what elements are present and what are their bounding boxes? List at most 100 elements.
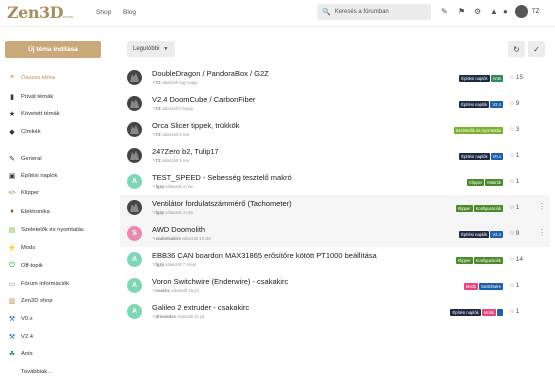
topic-row[interactable]: S AWD Doomolith ↰szabolsakire válaszolt 18… xyxy=(120,221,550,247)
topic-title[interactable]: Orca Slicer tippek, trükkök xyxy=(152,121,240,130)
topic-last-user[interactable]: TZ xyxy=(156,158,161,163)
topic-avatar[interactable] xyxy=(127,70,142,85)
site-logo[interactable]: Zen3Dforum xyxy=(7,3,73,22)
top-header: Zen3Dforum Shop Blog 🔍 Keresés a fórumba… xyxy=(0,0,555,27)
topic-row[interactable]: Ventilátor fordulatszámmérő (Tachometer)… xyxy=(120,195,550,221)
category-badge[interactable]: Switchwire xyxy=(478,283,503,290)
category-badge[interactable]: Építési naplók xyxy=(450,309,481,316)
category-badge[interactable]: Konfigurációk xyxy=(473,257,503,264)
user-avatar[interactable] xyxy=(515,5,528,18)
gear-icon[interactable]: ⚙ xyxy=(474,8,481,16)
topic-last-user[interactable]: szabolsakire xyxy=(156,236,181,241)
sidebar-item[interactable]: ✎ General xyxy=(7,155,42,163)
topic-last-user[interactable]: TZ xyxy=(156,132,161,137)
sidebar-item[interactable]: ▤ Szeletelők és nyomtatás xyxy=(7,226,84,234)
topic-last-user[interactable]: fgzp xyxy=(156,210,165,215)
sidebar-item[interactable]: ▮ Privát témák xyxy=(7,93,53,101)
category-badge[interactable]: Építési naplók xyxy=(459,101,490,108)
category-badge[interactable]: Makrók xyxy=(485,179,503,186)
sidebar-item[interactable]: ☘ Ants xyxy=(7,350,33,358)
topic-last-user[interactable]: fgzp xyxy=(156,184,165,189)
topic-title[interactable]: EBB36 CAN boardon MAX31865 erősítőre köt… xyxy=(152,251,377,260)
search-input[interactable]: 🔍 Keresés a fórumban xyxy=(317,4,431,20)
topic-avatar[interactable]: A xyxy=(127,278,142,293)
topic-avatar[interactable]: A xyxy=(127,304,142,319)
topic-avatar[interactable] xyxy=(127,122,142,137)
sidebar-item[interactable]: ◆ Címkék xyxy=(7,128,40,136)
category-badge[interactable]: V2.4 xyxy=(490,101,503,108)
more-options-icon[interactable]: ⋮ xyxy=(538,228,546,237)
category-badge[interactable]: Konfigurációk xyxy=(473,205,503,212)
refresh-button[interactable]: ↻ xyxy=(508,41,525,57)
category-badge[interactable]: Klipper xyxy=(455,205,473,212)
sidebar-item[interactable]: ⚡ Mods xyxy=(7,244,36,252)
topic-avatar[interactable]: A xyxy=(127,252,142,267)
topic-title[interactable]: 247Zero b2, Tulip17 xyxy=(152,147,219,156)
topic-title[interactable]: Galileo 2 extruder - csakakirc xyxy=(152,303,249,312)
bell-dot-icon[interactable]: ● xyxy=(503,8,508,16)
topic-title[interactable]: V2.4 DoomCube / CarbonFiber xyxy=(152,95,255,104)
category-badge[interactable]: Klipper xyxy=(467,179,485,186)
bell-icon[interactable]: ▲ xyxy=(490,8,498,16)
category-badge[interactable]: Mods xyxy=(463,283,478,290)
category-badge[interactable]: Építési naplók xyxy=(459,75,490,82)
topic-last-user[interactable]: TZ xyxy=(156,80,161,85)
sidebar-item[interactable]: ⚒ V0.x xyxy=(7,315,33,323)
topic-row[interactable]: Orca Slicer tippek, trükkök ↰TZ válaszolt… xyxy=(120,117,550,143)
topic-last-user[interactable]: csakirc xyxy=(156,288,170,293)
sidebar-item[interactable]: ≡ Összes téma xyxy=(7,74,55,81)
sidebar-item[interactable]: ★ Követett témák xyxy=(7,110,60,118)
category-badge[interactable]: V0.x xyxy=(490,153,503,160)
category-badge[interactable]: Klipper xyxy=(455,257,473,264)
topic-row[interactable]: DoubleDragon / PandoraBox / G2Z ↰TZ válas… xyxy=(120,65,550,91)
category-badge[interactable]: Építési naplók xyxy=(459,231,490,238)
sidebar-item-label: Zen3D shop xyxy=(21,298,53,304)
mark-read-button[interactable]: ✓ xyxy=(528,41,545,57)
sidebar-item[interactable]: ▥ Zen3D shop xyxy=(7,297,53,305)
flag-icon[interactable]: ⚑ xyxy=(458,8,465,16)
topic-meta: ↰TZ válaszolt 8 napja xyxy=(152,106,194,111)
more-options-icon[interactable]: ⋮ xyxy=(538,202,546,211)
sort-filter-dropdown[interactable]: Legutóbbi ▼ xyxy=(127,41,175,57)
topic-avatar[interactable]: A xyxy=(127,174,142,189)
topic-title[interactable]: Ventilátor fordulatszámmérő (Tachometer) xyxy=(152,199,292,208)
nav-blog-link[interactable]: Blog xyxy=(123,9,136,16)
topic-last-user[interactable]: TZ xyxy=(156,106,161,111)
nav-shop-link[interactable]: Shop xyxy=(96,9,111,16)
category-badge[interactable]: Szeletelők és nyomtatás xyxy=(453,127,503,134)
topic-title[interactable]: TEST_SPEED - Sebesség tesztelő makró xyxy=(152,173,292,182)
sidebar-item[interactable]: ▣ Építési naplók xyxy=(7,172,58,180)
topic-avatar[interactable] xyxy=(127,200,142,215)
sidebar-item[interactable]: ▭ Fórum információk xyxy=(7,280,69,288)
topic-last-user[interactable]: dronoidco xyxy=(156,314,176,319)
topic-row[interactable]: A Galileo 2 extruder - csakakirc ↰dronoidc… xyxy=(120,299,550,325)
category-badge[interactable]: Ants xyxy=(490,75,503,82)
category-badge[interactable]: Építési naplók xyxy=(459,153,490,160)
topic-row[interactable]: A EBB36 CAN boardon MAX31865 erősítőre kö… xyxy=(120,247,550,273)
sidebar-item[interactable]: </> Klipper xyxy=(7,190,39,196)
sidebar-item[interactable]: Továbbiak... xyxy=(7,369,52,375)
topic-row[interactable]: 247Zero b2, Tulip17 ↰TZ válaszolt 9 nov Ép… xyxy=(120,143,550,169)
reply-count: ○ 15 xyxy=(510,74,523,81)
category-badge[interactable] xyxy=(497,309,503,316)
category-badge[interactable]: V2.4 xyxy=(490,231,503,238)
sidebar-item[interactable]: ⚒ V2.4 xyxy=(7,333,33,341)
sidebar-item[interactable]: ⏻ Off-topik xyxy=(7,262,43,270)
topic-avatar[interactable] xyxy=(127,148,142,163)
category-badge[interactable]: Mods xyxy=(481,309,496,316)
reply-count: ○ 1 xyxy=(510,178,519,185)
topic-row[interactable]: A TEST_SPEED - Sebesség tesztelő makró ↰fg… xyxy=(120,169,550,195)
topic-row[interactable]: A Voron Switchwire (Enderwire) - csakakir… xyxy=(120,273,550,299)
topic-title[interactable]: Voron Switchwire (Enderwire) - csakakirc xyxy=(152,277,288,286)
sidebar-item-label: Fórum információk xyxy=(21,281,69,287)
edit-icon[interactable]: ✎ xyxy=(441,8,448,16)
topic-title[interactable]: DoubleDragon / PandoraBox / G2Z xyxy=(152,69,269,78)
user-name[interactable]: TZ xyxy=(532,9,539,15)
topic-avatar[interactable] xyxy=(127,96,142,111)
topic-title[interactable]: AWD Doomolith xyxy=(152,225,205,234)
topic-last-user[interactable]: fgzp xyxy=(156,262,165,267)
topic-avatar[interactable]: S xyxy=(127,226,142,241)
new-topic-button[interactable]: Új téma indítása xyxy=(5,41,101,58)
sidebar-item[interactable]: ♦ Elektronika xyxy=(7,208,49,215)
topic-row[interactable]: V2.4 DoomCube / CarbonFiber ↰TZ válaszolt… xyxy=(120,91,550,117)
